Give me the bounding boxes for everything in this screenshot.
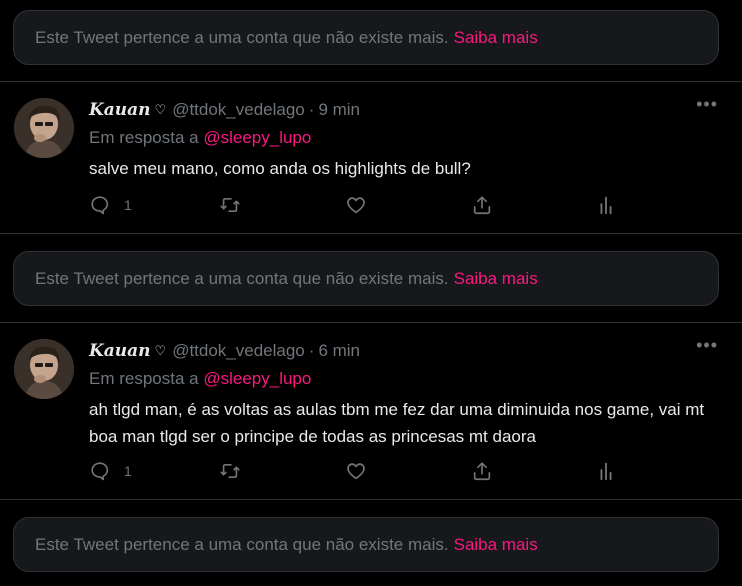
reply-prefix: Em resposta a xyxy=(89,369,199,388)
tweet-header: Kauan ♡ @ttdok_vedelago · 9 min xyxy=(89,100,360,120)
reply-context: Em resposta a @sleepy_lupo xyxy=(89,128,311,148)
avatar-image xyxy=(14,339,74,399)
analytics-button[interactable] xyxy=(595,194,617,216)
analytics-icon xyxy=(600,462,612,481)
tweet-actions: 1 xyxy=(89,194,629,218)
heart-symbol: ♡ xyxy=(154,102,167,117)
display-name[interactable]: Kauan xyxy=(89,341,151,361)
like-button[interactable] xyxy=(345,460,367,482)
share-button[interactable] xyxy=(471,460,493,482)
tweet-actions: 1 xyxy=(89,460,629,484)
more-horizontal-icon[interactable]: ••• xyxy=(696,94,718,115)
heart-symbol: ♡ xyxy=(154,343,167,358)
notice-text: Este Tweet pertence a uma conta que não … xyxy=(35,27,449,47)
avatar-image xyxy=(14,98,74,158)
share-button[interactable] xyxy=(471,194,493,216)
analytics-button[interactable] xyxy=(595,460,617,482)
tweet-text: ah tlgd man, é as voltas as aulas tbm me… xyxy=(89,400,705,446)
tweet[interactable]: Kauan ♡ @ttdok_vedelago · 9 min ••• Em r… xyxy=(0,82,742,233)
retweet-button[interactable] xyxy=(219,194,241,216)
reply-icon xyxy=(91,196,109,215)
reply-mention[interactable]: @sleepy_lupo xyxy=(203,128,311,147)
separator-dot: · xyxy=(308,100,315,119)
learn-more-link[interactable]: Saiba mais xyxy=(454,269,538,289)
more-horizontal-icon[interactable]: ••• xyxy=(696,335,718,356)
tweet-text: salve meu mano, como anda os highlights … xyxy=(89,159,471,178)
learn-more-link[interactable]: Saiba mais xyxy=(454,28,538,48)
user-handle[interactable]: @ttdok_vedelago xyxy=(172,100,305,120)
avatar[interactable] xyxy=(14,98,74,158)
reply-button[interactable]: 1 xyxy=(89,460,132,482)
display-name[interactable]: Kauan xyxy=(89,100,151,120)
reply-button[interactable]: 1 xyxy=(89,194,132,216)
tweet[interactable]: Kauan ♡ @ttdok_vedelago · 6 min ••• Em r… xyxy=(0,323,742,499)
deleted-account-notice: Este Tweet pertence a uma conta que não … xyxy=(13,10,719,65)
reply-count: 1 xyxy=(124,197,132,213)
retweet-icon xyxy=(220,464,240,478)
timestamp[interactable]: 9 min xyxy=(318,100,360,120)
user-handle[interactable]: @ttdok_vedelago xyxy=(172,341,305,361)
share-icon xyxy=(473,462,491,481)
avatar[interactable] xyxy=(14,339,74,399)
reply-count: 1 xyxy=(124,463,132,479)
deleted-account-notice: Este Tweet pertence a uma conta que não … xyxy=(13,517,719,572)
like-icon xyxy=(347,463,365,480)
like-icon xyxy=(347,197,365,214)
like-button[interactable] xyxy=(345,194,367,216)
timestamp[interactable]: 6 min xyxy=(318,341,360,361)
retweet-button[interactable] xyxy=(219,460,241,482)
reply-context: Em resposta a @sleepy_lupo xyxy=(89,369,311,389)
analytics-icon xyxy=(600,196,612,215)
retweet-icon xyxy=(220,198,240,212)
separator-dot: · xyxy=(308,341,315,360)
divider xyxy=(0,233,742,234)
reply-prefix: Em resposta a xyxy=(89,128,199,147)
share-icon xyxy=(473,196,491,215)
tweet-header: Kauan ♡ @ttdok_vedelago · 6 min xyxy=(89,341,360,361)
deleted-account-notice: Este Tweet pertence a uma conta que não … xyxy=(13,251,719,306)
notice-text: Este Tweet pertence a uma conta que não … xyxy=(35,534,449,554)
reply-icon xyxy=(91,462,109,481)
reply-mention[interactable]: @sleepy_lupo xyxy=(203,369,311,388)
notice-text: Este Tweet pertence a uma conta que não … xyxy=(35,268,449,288)
divider xyxy=(0,499,742,500)
learn-more-link[interactable]: Saiba mais xyxy=(454,535,538,555)
